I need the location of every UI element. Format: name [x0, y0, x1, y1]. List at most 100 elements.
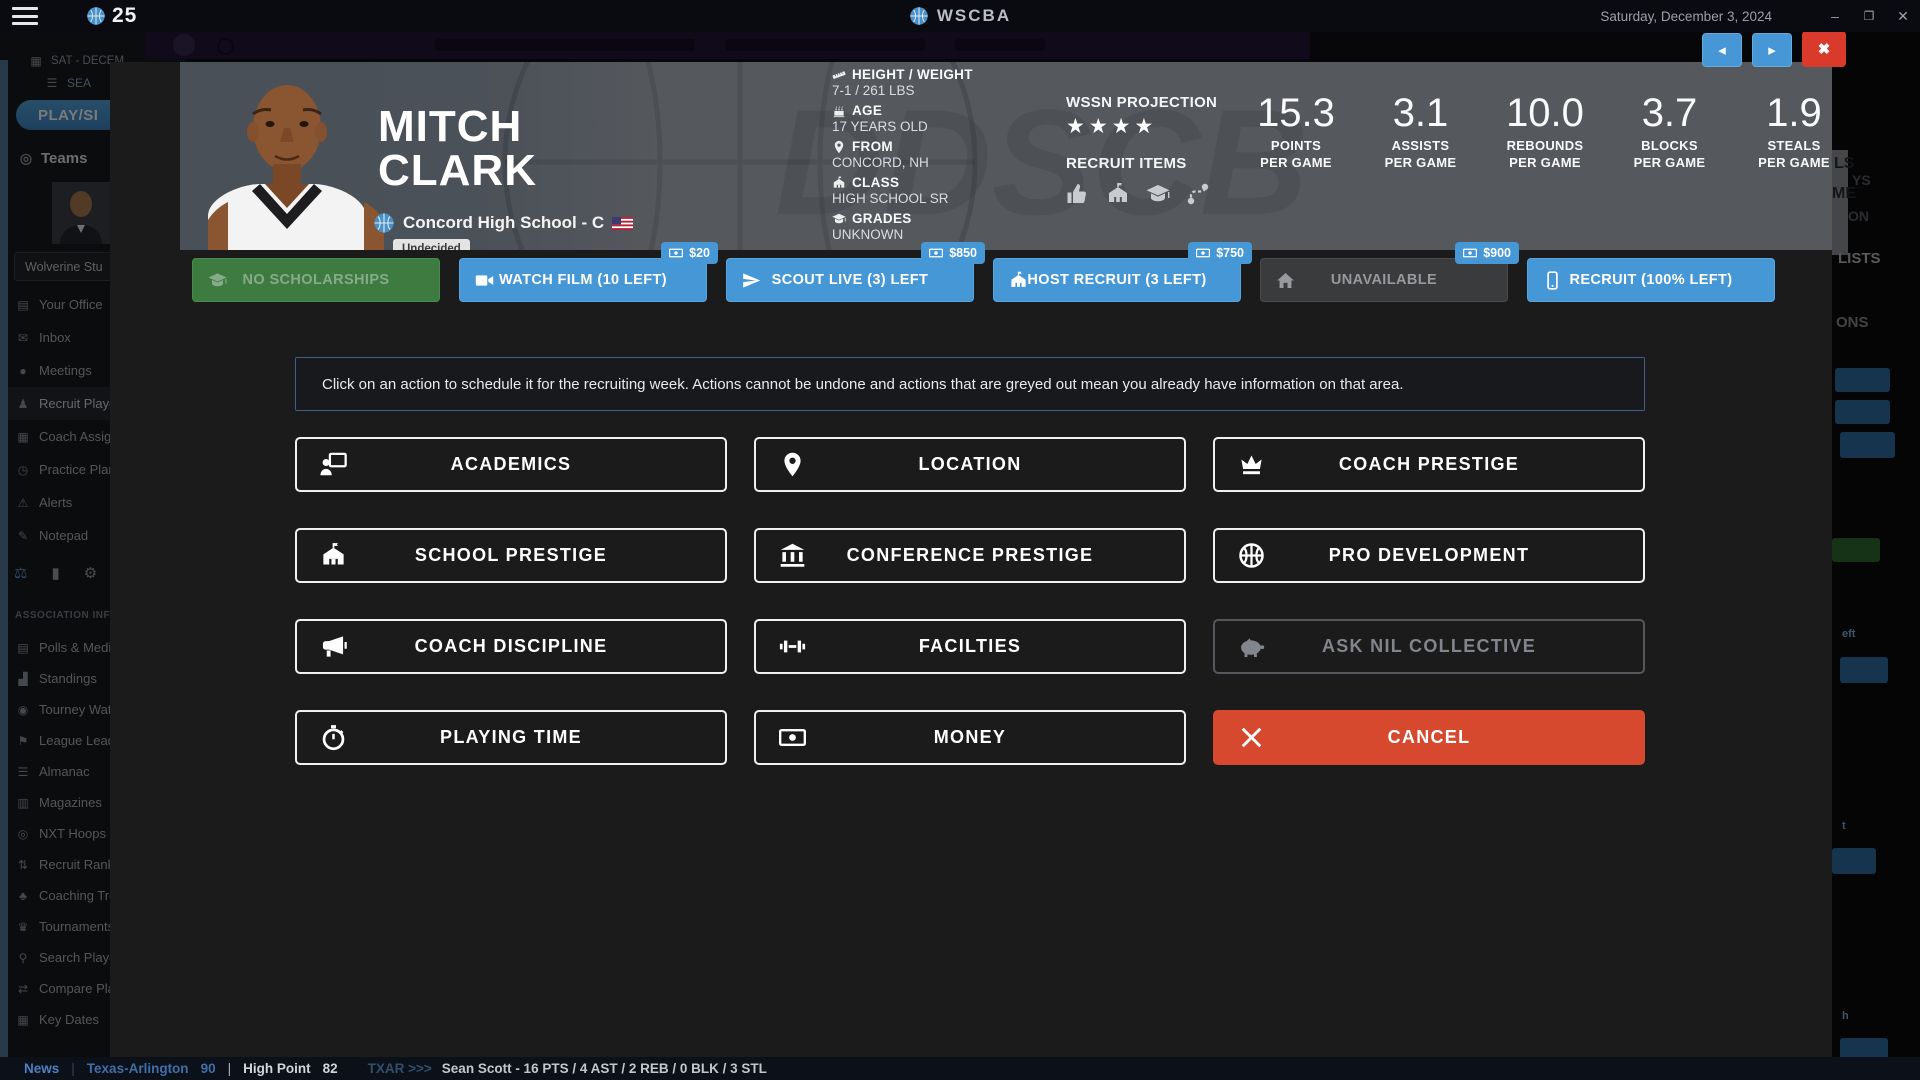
ticker-home-team: High Point: [243, 1061, 311, 1076]
ticker-feed-text: Sean Scott - 16 PTS / 4 AST / 2 REB / 0 …: [442, 1061, 767, 1076]
scout-pro-development-button[interactable]: PRO DEVELOPMENT: [1213, 528, 1645, 583]
money-icon: [1196, 246, 1210, 260]
money-icon: [1463, 246, 1477, 260]
route-icon: [1186, 182, 1210, 206]
player-details: HEIGHT / WEIGHT 7-1 / 261 LBS AGE 17 YEA…: [832, 67, 1082, 242]
price-tag: $750: [1188, 242, 1252, 264]
player-detail-class: CLASS HIGH SCHOOL SR: [832, 175, 1082, 206]
price-tag: $850: [921, 242, 985, 264]
player-portrait: [190, 66, 385, 250]
school-icon: [832, 176, 846, 190]
scout-money-button[interactable]: MONEY: [754, 710, 1186, 765]
ticker-news-link[interactable]: News: [24, 1061, 59, 1076]
scout-cancel-button[interactable]: CANCEL: [1213, 710, 1645, 765]
home-icon: [1276, 271, 1295, 290]
action-recruit-button[interactable]: RECRUIT (100% LEFT): [1527, 258, 1775, 302]
stat-blocks: 3.7 BLOCKSPER GAME: [1614, 90, 1726, 171]
scout-conference-prestige-button[interactable]: CONFERENCE PRESTIGE: [754, 528, 1186, 583]
basketball-logo-icon: [86, 6, 106, 26]
close-modal-button[interactable]: ✖: [1802, 31, 1846, 67]
scout-facilties-button[interactable]: FACILTIES: [754, 619, 1186, 674]
grad-cap-icon: [1146, 182, 1170, 206]
scout-school-prestige-button[interactable]: SCHOOL PRESTIGE: [295, 528, 727, 583]
plane-icon: [742, 271, 761, 290]
stat-assists: 3.1 ASSISTSPER GAME: [1365, 90, 1477, 171]
recruit-status-badge: Undecided: [393, 239, 470, 250]
ticker-away-team[interactable]: Texas-Arlington: [87, 1061, 189, 1076]
dumbbell-icon: [779, 633, 806, 660]
school-icon: [320, 542, 347, 569]
money-icon: [929, 246, 943, 260]
scout-location-button[interactable]: LOCATION: [754, 437, 1186, 492]
ruler-icon: [832, 68, 846, 82]
x-mark-icon: [1238, 724, 1265, 751]
money-icon: [669, 246, 683, 260]
player-header: DDSCB: [180, 62, 1832, 250]
megaphone-icon: [320, 633, 347, 660]
piggy-bank-icon: [1238, 633, 1265, 660]
game-logo: 25: [86, 4, 137, 28]
school-icon: [1009, 271, 1028, 290]
title-bar: 25 WSCBA Saturday, December 3, 2024 – ❐ …: [0, 0, 1920, 32]
minimize-button[interactable]: –: [1818, 0, 1852, 32]
player-first-name: MITCH: [378, 106, 522, 148]
previous-recruit-button[interactable]: ◂: [1702, 33, 1742, 67]
menu-icon[interactable]: [12, 7, 38, 25]
grad-cap-icon: [832, 212, 846, 226]
next-recruit-button[interactable]: ▸: [1752, 33, 1792, 67]
scout-coach-prestige-button[interactable]: COACH PRESTIGE: [1213, 437, 1645, 492]
league-logo-icon: [909, 6, 929, 26]
current-date: Saturday, December 3, 2024: [1600, 9, 1772, 24]
cake-icon: [832, 104, 846, 118]
crown-icon: [1238, 451, 1265, 478]
price-tag: $20: [661, 242, 718, 264]
school-basketball-icon: [373, 212, 395, 234]
app-title: WSCBA: [937, 6, 1011, 26]
action-home-visit-button[interactable]: $900 UNAVAILABLE: [1260, 258, 1508, 302]
grad-cap-icon: [208, 271, 227, 290]
restore-button[interactable]: ❐: [1852, 0, 1886, 32]
stopwatch-icon: [320, 724, 347, 751]
app-window: ▦ SAT - DECEM ☰ SEA PLAY/SI ◎ Teams Wolv…: [0, 0, 1920, 1080]
chalkboard-teacher-icon: [320, 451, 347, 478]
basketball-icon: [1238, 542, 1265, 569]
player-last-name: CLARK: [378, 150, 537, 192]
scout-coach-discipline-button[interactable]: COACH DISCIPLINE: [295, 619, 727, 674]
us-flag-icon: [612, 217, 633, 230]
stat-rebounds: 10.0 REBOUNDSPER GAME: [1489, 90, 1601, 171]
bank-icon: [779, 542, 806, 569]
map-marker-icon: [832, 140, 846, 154]
close-icon: ✖: [1818, 40, 1831, 58]
score-ticker: News | Texas-Arlington 90 | High Point 8…: [0, 1057, 1920, 1080]
action-host-recruit-button[interactable]: $750 HOST RECRUIT (3 LEFT): [993, 258, 1241, 302]
video-icon: [475, 271, 494, 290]
action-watch-film-button[interactable]: $20 WATCH FILM (10 LEFT): [459, 258, 707, 302]
player-detail-height-weight: HEIGHT / WEIGHT 7-1 / 261 LBS: [832, 67, 1082, 98]
money-icon: [779, 724, 806, 751]
action-no-scholarships-button[interactable]: NO SCHOLARSHIPS: [192, 258, 440, 302]
stat-points: 15.3 POINTSPER GAME: [1240, 90, 1352, 171]
action-scout-live-button[interactable]: $850 SCOUT LIVE (3) LEFT: [726, 258, 974, 302]
ticker-home-score: 82: [323, 1061, 338, 1076]
scouting-action-grid: ACADEMICS LOCATION COACH PRESTIGE SCHOOL…: [295, 437, 1645, 765]
player-detail-age: AGE 17 YEARS OLD: [832, 103, 1082, 134]
ticker-feed-team: TXAR >>>: [368, 1061, 432, 1076]
phone-icon: [1543, 271, 1562, 290]
player-detail-grades: GRADES UNKNOWN: [832, 211, 1082, 242]
thumbs-up-icon: [1066, 182, 1090, 206]
ticker-away-score: 90: [201, 1061, 216, 1076]
player-school-line: Concord High School - C: [373, 212, 633, 234]
window-close-button[interactable]: ✕: [1886, 0, 1920, 32]
stat-steals: 1.9 STEALSPER GAME: [1738, 90, 1832, 171]
player-stats: 15.3 POINTSPER GAME 3.1 ASSISTSPER GAME …: [1240, 90, 1832, 171]
price-tag: $900: [1455, 242, 1519, 264]
player-detail-from: FROM CONCORD, NH: [832, 139, 1082, 170]
scout-academics-button[interactable]: ACADEMICS: [295, 437, 727, 492]
school-icon: [1106, 182, 1130, 206]
recruit-modal: DDSCB: [110, 62, 1832, 1057]
player-school-name: Concord High School - C: [403, 213, 604, 233]
info-message: Click on an action to schedule it for th…: [295, 357, 1645, 411]
scout-ask-nil-collective-button[interactable]: ASK NIL COLLECTIVE: [1213, 619, 1645, 674]
recruit-action-bar: NO SCHOLARSHIPS $20 WATCH FILM (10 LEFT)…: [192, 258, 1775, 302]
scout-playing-time-button[interactable]: PLAYING TIME: [295, 710, 727, 765]
